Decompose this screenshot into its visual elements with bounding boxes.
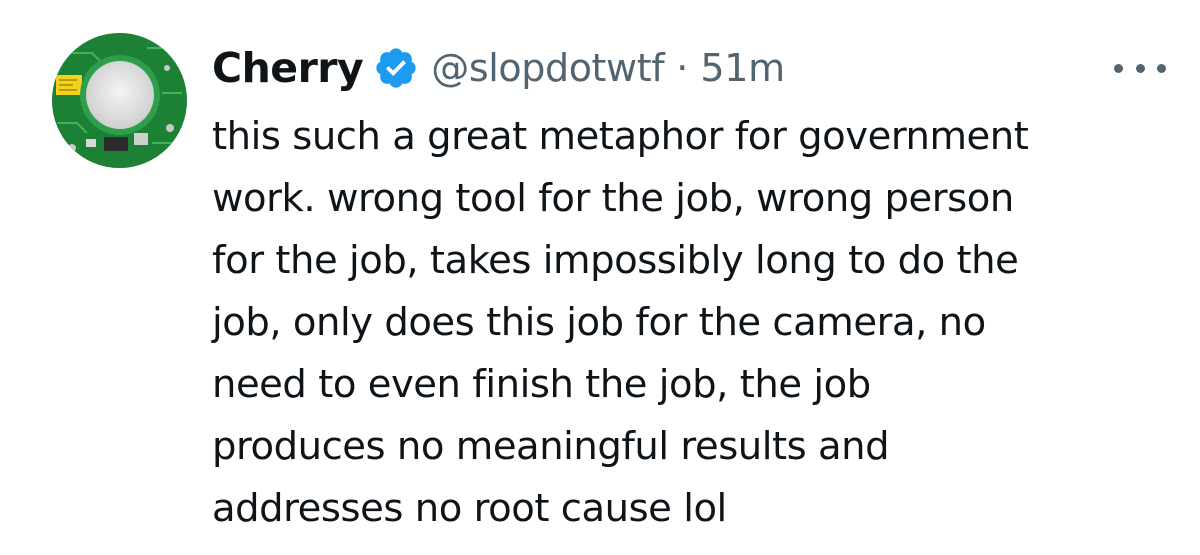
tweet-text-line: produces no meaningful results and — [212, 424, 890, 469]
tweet-text: this such a great metaphor for governmen… — [212, 106, 1172, 540]
tweet-text-line: for the job, takes impossibly long to do… — [212, 238, 1019, 283]
tweet[interactable]: Cherry @slopdotwtf · 51m this such a gre… — [0, 0, 1200, 555]
separator-dot: · — [676, 46, 689, 90]
more-horizontal-icon[interactable] — [1114, 58, 1166, 78]
tweet-header: Cherry @slopdotwtf · 51m — [212, 40, 785, 96]
avatar[interactable] — [52, 33, 187, 168]
tweet-text-line: addresses no root cause lol — [212, 486, 727, 531]
more-dot — [1135, 63, 1145, 73]
circuit-board-avatar-icon — [52, 33, 187, 168]
author-display-name[interactable]: Cherry — [212, 44, 364, 92]
more-dot — [1114, 63, 1123, 73]
more-dot — [1157, 63, 1166, 73]
tweet-text-line: need to even finish the job, the job — [212, 362, 871, 407]
tweet-text-line: this such a great metaphor for governmen… — [212, 114, 1029, 159]
verified-badge-icon[interactable] — [373, 45, 419, 91]
timestamp[interactable]: 51m — [700, 46, 785, 90]
author-handle[interactable]: @slopdotwtf — [431, 46, 664, 90]
tweet-text-line: job, only does this job for the camera, … — [212, 300, 986, 345]
tweet-text-line: work. wrong tool for the job, wrong pers… — [212, 176, 1014, 221]
